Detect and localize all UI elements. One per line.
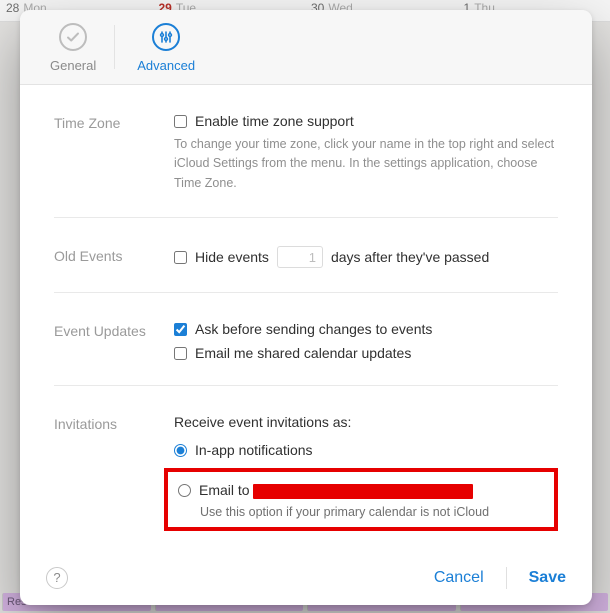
cancel-button[interactable]: Cancel [434, 569, 484, 587]
section-label: Event Updates [54, 321, 174, 361]
invitations-email-radio[interactable] [178, 484, 191, 497]
save-button[interactable]: Save [529, 569, 566, 587]
hide-events-days-input[interactable] [277, 246, 323, 268]
tab-divider [114, 25, 115, 69]
section-label: Old Events [54, 246, 174, 268]
footer-divider [506, 567, 507, 589]
section-label: Time Zone [54, 113, 174, 193]
hide-events-checkbox[interactable] [174, 251, 187, 264]
section-old-events: Old Events Hide events days after they'v… [54, 218, 558, 293]
hide-events-suffix: days after they've passed [331, 249, 489, 265]
email-shared-updates-row[interactable]: Email me shared calendar updates [174, 345, 558, 361]
tab-label: Advanced [137, 58, 195, 73]
redacted-email [253, 484, 473, 499]
footer-actions: Cancel Save [434, 567, 566, 589]
preferences-tabbar: General Advanced [20, 10, 592, 85]
enable-time-zone-checkbox[interactable] [174, 115, 187, 128]
section-invitations: Invitations Receive event invitations as… [54, 386, 558, 555]
sliders-icon [151, 22, 181, 52]
enable-time-zone-label: Enable time zone support [195, 113, 354, 129]
invitations-radio-group: In-app notifications Email to Use this o… [174, 438, 558, 531]
ask-before-sending-checkbox[interactable] [174, 323, 187, 336]
section-event-updates: Event Updates Ask before sending changes… [54, 293, 558, 386]
hide-events-row[interactable]: Hide events days after they've passed [174, 246, 558, 268]
help-button[interactable]: ? [46, 567, 68, 589]
annotation-highlight-box: Email to Use this option if your primary… [164, 468, 558, 531]
time-zone-description: To change your time zone, click your nam… [174, 135, 558, 193]
invitations-in-app-row[interactable]: In-app notifications [174, 438, 558, 462]
enable-time-zone-row[interactable]: Enable time zone support [174, 113, 558, 129]
invitations-email-row[interactable]: Email to [178, 478, 544, 503]
checkmark-icon [58, 22, 88, 52]
email-shared-updates-checkbox[interactable] [174, 347, 187, 360]
tab-general[interactable]: General [38, 12, 108, 83]
section-time-zone: Time Zone Enable time zone support To ch… [54, 85, 558, 218]
invitations-intro: Receive event invitations as: [174, 414, 558, 430]
help-icon: ? [53, 570, 60, 585]
preferences-body: Time Zone Enable time zone support To ch… [20, 85, 592, 555]
calendar-day-num: 28 [6, 1, 19, 21]
invitations-in-app-radio[interactable] [174, 444, 187, 457]
invitations-in-app-label: In-app notifications [195, 442, 313, 458]
tab-advanced[interactable]: Advanced [125, 12, 207, 83]
tab-label: General [50, 58, 96, 73]
hide-events-prefix: Hide events [195, 249, 269, 265]
section-label: Invitations [54, 414, 174, 531]
invitations-email-subtext: Use this option if your primary calendar… [200, 505, 544, 519]
preferences-footer: ? Cancel Save [20, 555, 592, 605]
invitations-email-label: Email to [199, 482, 473, 499]
ask-before-sending-row[interactable]: Ask before sending changes to events [174, 321, 558, 337]
email-shared-updates-label: Email me shared calendar updates [195, 345, 411, 361]
ask-before-sending-label: Ask before sending changes to events [195, 321, 432, 337]
preferences-modal: General Advanced Time Zone [20, 10, 592, 605]
